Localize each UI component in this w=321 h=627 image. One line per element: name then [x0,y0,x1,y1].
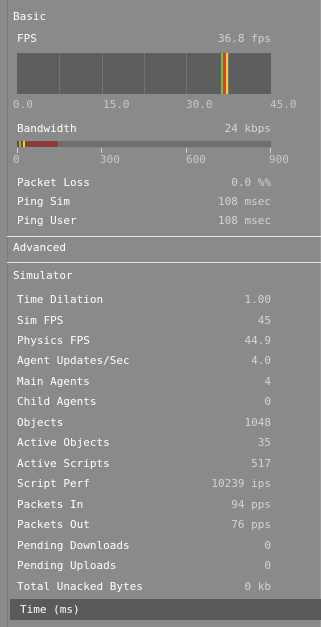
main-agents-label: Main Agents [17,375,90,388]
active-scripts-value: 517 [251,457,271,470]
active-scripts-row: Active Scripts 517 [13,456,271,472]
fps-grid-line [59,53,60,94]
bandwidth-row: Bandwidth 24 kbps [13,121,271,137]
bandwidth-value: 24 kbps [224,122,271,135]
basic-section-header[interactable]: Basic [7,9,321,25]
packet-loss-row: Packet Loss 0.0 %% [13,175,271,191]
fps-value: 36.8 fps [218,32,271,45]
script-perf-label: Script Perf [17,477,90,490]
packet-loss-label: Packet Loss [17,176,90,189]
divider [7,236,321,237]
packets-in-label: Packets In [17,498,84,511]
pending-uploads-value: 0 [264,559,271,572]
bandwidth-tick-1: 300 [100,153,120,166]
total-unacked-value: 0 kb [244,580,272,593]
fps-grid-line [228,53,229,94]
script-perf-value: 10239 ips [211,477,271,490]
ping-user-row: Ping User 108 msec [13,213,271,229]
simulator-section-header[interactable]: Simulator [7,268,321,284]
main-agents-row: Main Agents 4 [13,374,271,390]
fps-row: FPS 36.8 fps [13,31,271,47]
packet-loss-value: 0.0 %% [231,176,271,189]
total-unacked-label: Total Unacked Bytes [17,580,143,593]
fps-label: FPS [17,32,37,45]
child-agents-value: 0 [264,395,271,408]
bandwidth-label: Bandwidth [17,122,77,135]
packets-in-row: Packets In 94 pps [13,497,271,513]
fps-tick-1: 15.0 [103,98,130,111]
pending-downloads-row: Pending Downloads 0 [13,538,271,554]
fps-grid-line [102,53,103,94]
ping-sim-label: Ping Sim [17,195,70,208]
fps-tick-0: 0.0 [13,98,33,111]
pending-downloads-value: 0 [264,539,271,552]
sim-fps-row: Sim FPS 45 [13,313,271,329]
agent-updates-value: 4.0 [251,354,271,367]
fps-grid-line [186,53,187,94]
child-agents-label: Child Agents [17,395,97,408]
bandwidth-green-marker [19,141,21,147]
physics-fps-value: 44.9 [244,334,272,347]
fps-peak-marker [226,53,228,94]
advanced-section-header[interactable]: Advanced [7,240,321,256]
objects-row: Objects 1048 [13,415,271,431]
child-agents-row: Child Agents 0 [13,394,271,410]
bandwidth-yellow-marker [23,141,25,147]
packets-out-value: 76 pps [231,518,271,531]
sim-fps-label: Sim FPS [17,314,64,327]
sim-fps-value: 45 [257,314,271,327]
ping-sim-row: Ping Sim 108 msec [13,194,271,210]
panel-left-edge [7,0,8,627]
pending-downloads-label: Pending Downloads [17,539,130,552]
bandwidth-tick-0: 0 [13,153,20,166]
objects-label: Objects [17,416,64,429]
physics-fps-label: Physics FPS [17,334,90,347]
time-dilation-value: 1.00 [244,293,272,306]
active-objects-value: 35 [257,436,271,449]
fps-grid-line [144,53,145,94]
ping-user-label: Ping User [17,214,77,227]
pending-uploads-label: Pending Uploads [17,559,117,572]
fps-graph [17,53,271,94]
statistics-panel: Basic FPS 36.8 fps 0.0 15.0 30.0 45.0 Ba… [0,0,321,627]
bandwidth-bar [17,141,271,147]
fps-tick-3: 45.0 [270,98,297,111]
objects-value: 1048 [244,416,272,429]
physics-fps-row: Physics FPS 44.9 [13,333,271,349]
agent-updates-label: Agent Updates/Sec [17,354,130,367]
bandwidth-tick-3: 900 [269,153,289,166]
active-objects-label: Active Objects [17,436,110,449]
time-section-header[interactable]: Time (ms) [10,599,321,620]
pending-uploads-row: Pending Uploads 0 [13,558,271,574]
fps-average-marker [221,53,223,94]
fps-tick-2: 30.0 [186,98,213,111]
time-dilation-label: Time Dilation [17,293,104,306]
ping-sim-value: 108 msec [218,195,271,208]
packets-out-row: Packets Out 76 pps [13,517,271,533]
total-unacked-row: Total Unacked Bytes 0 kb [13,579,271,595]
ping-user-value: 108 msec [218,214,271,227]
divider [7,262,321,263]
time-dilation-row: Time Dilation 1.00 [13,292,271,308]
packets-in-value: 94 pps [231,498,271,511]
active-objects-row: Active Objects 35 [13,435,271,451]
active-scripts-label: Active Scripts [17,457,110,470]
agent-updates-row: Agent Updates/Sec 4.0 [13,353,271,369]
main-agents-value: 4 [264,375,271,388]
script-perf-row: Script Perf 10239 ips [13,476,271,492]
bandwidth-tick-2: 600 [186,153,206,166]
packets-out-label: Packets Out [17,518,90,531]
